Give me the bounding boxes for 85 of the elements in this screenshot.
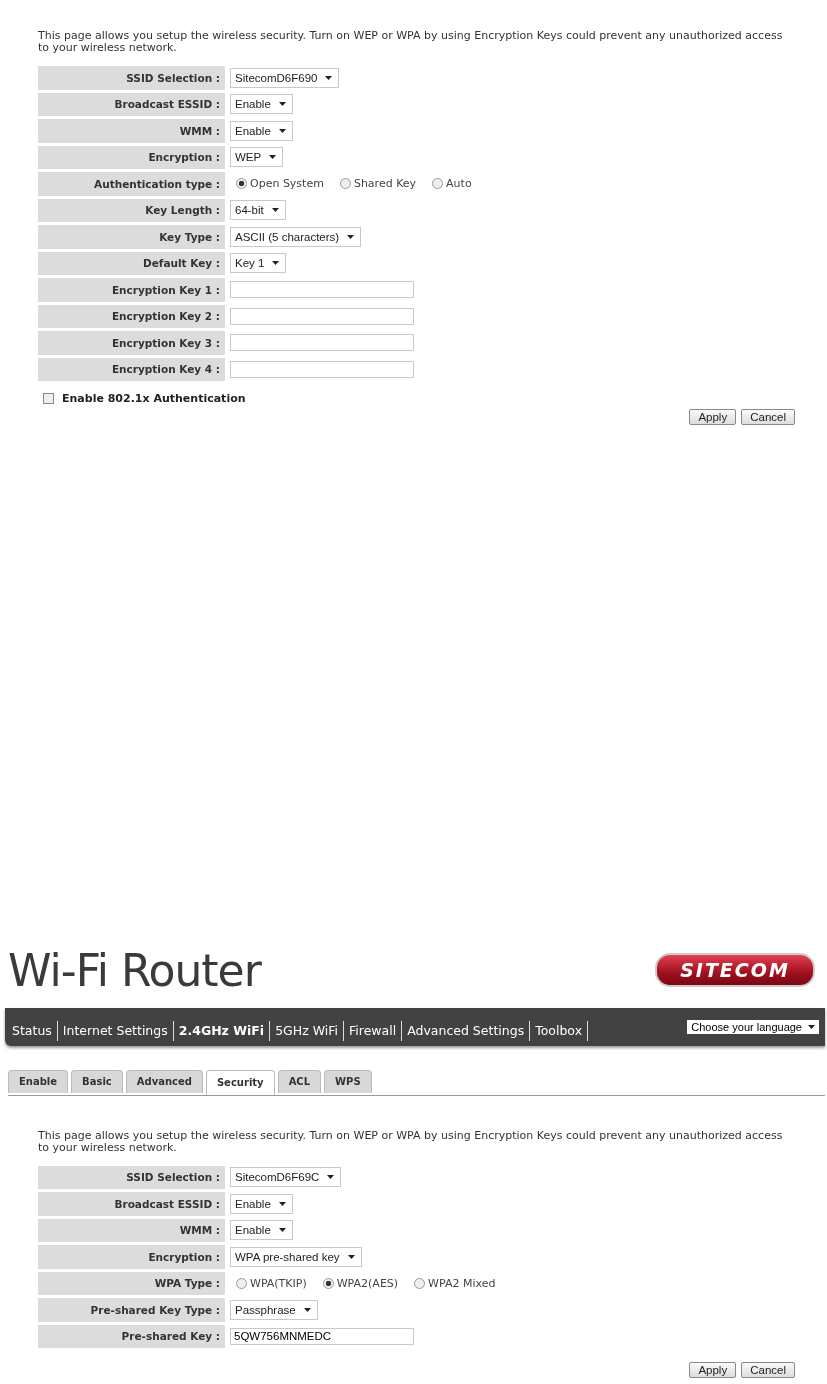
field-label: WMM : — [38, 119, 225, 143]
dropdown[interactable]: Key 1 — [230, 253, 287, 274]
caret-icon — [325, 75, 333, 80]
radio-label: Open System — [250, 177, 324, 191]
dropdown[interactable]: SitecomD6F69C — [230, 1167, 342, 1188]
apply-button[interactable]: Apply — [689, 409, 737, 425]
caret-icon — [278, 102, 286, 107]
dropdown[interactable]: WEP — [230, 147, 284, 168]
radio-label: Shared Key — [353, 177, 417, 191]
field-label: Encryption Key 1 : — [38, 278, 225, 302]
field-label: Key Type : — [38, 225, 225, 249]
dropdown[interactable]: ASCII (5 characters) — [230, 226, 362, 247]
nav-item[interactable]: 2.4GHz WiFi — [173, 1020, 271, 1041]
dropdown[interactable]: Enable — [230, 120, 293, 141]
dropdown[interactable]: Enable — [230, 1193, 293, 1214]
radio-button[interactable] — [339, 178, 351, 190]
input-field[interactable] — [230, 334, 414, 352]
input-field[interactable] — [230, 281, 414, 299]
cancel-button[interactable]: Cancel — [741, 1362, 795, 1378]
radio-label: WPA2(AES) — [336, 1276, 399, 1290]
radio-button[interactable] — [322, 1277, 334, 1289]
caret-icon — [278, 1201, 286, 1206]
field-label: Broadcast ESSID : — [38, 92, 225, 116]
tab[interactable]: ACL — [277, 1069, 322, 1093]
field-label: Encryption : — [38, 1245, 225, 1269]
input-field[interactable]: 5QW756MNMEDC — [230, 1327, 414, 1345]
field-label: Encryption Key 2 : — [38, 304, 225, 328]
field-label: Broadcast ESSID : — [38, 1192, 225, 1216]
nav-item[interactable]: Status — [7, 1020, 58, 1041]
field-label: Pre-shared Key Type : — [38, 1298, 225, 1322]
caret-icon — [278, 128, 286, 133]
caret-icon — [271, 208, 279, 213]
dropdown[interactable]: 64-bit — [230, 200, 286, 221]
dropdown[interactable]: WPA pre-shared key — [230, 1246, 362, 1267]
tab[interactable]: WPS — [324, 1069, 372, 1093]
field-label: Encryption Key 3 : — [38, 331, 225, 355]
radio-button[interactable] — [414, 1277, 426, 1289]
field-label: Key Length : — [38, 198, 225, 222]
radio-label: Auto — [446, 177, 472, 191]
tab[interactable]: Advanced — [125, 1069, 203, 1093]
caret-icon — [303, 1307, 311, 1312]
radio-button[interactable] — [432, 178, 444, 190]
field-label: SSID Selection : — [38, 66, 225, 90]
dropdown[interactable]: Enable — [230, 94, 293, 115]
page-title: Wi-Fi Router — [8, 944, 261, 996]
nav-item[interactable]: Firewall — [344, 1020, 403, 1041]
caret-icon — [269, 155, 277, 160]
caret-icon — [327, 1175, 335, 1180]
input-field[interactable] — [230, 307, 414, 325]
caret-icon — [272, 261, 280, 266]
caret-icon — [347, 1254, 355, 1259]
tab[interactable]: Enable — [8, 1069, 69, 1093]
intro-text: This page allows you setup the wireless security. Turn on WEP or WPA by using Encryption Keys could prevent any unauthorized access to your wireless network. — [38, 30, 784, 54]
cancel-button[interactable]: Cancel — [741, 409, 795, 425]
dropdown[interactable]: Enable — [230, 1220, 293, 1241]
radio-label: WPA2 Mixed — [428, 1276, 496, 1290]
radio-label: WPA(TKIP) — [250, 1276, 307, 1290]
tab[interactable]: Basic — [71, 1069, 123, 1093]
field-label: Pre-shared Key : — [38, 1324, 225, 1348]
input-field[interactable] — [230, 360, 414, 378]
field-label: WPA Type : — [38, 1271, 225, 1295]
caret-icon — [808, 1024, 815, 1029]
nav-item[interactable]: Internet Settings — [57, 1020, 174, 1041]
radio-button[interactable] — [236, 178, 247, 190]
apply-button[interactable]: Apply — [689, 1362, 737, 1378]
field-label: Encryption Key 4 : — [38, 357, 225, 381]
caret-icon — [347, 234, 355, 239]
caret-icon — [278, 1228, 286, 1233]
field-label: Authentication type : — [38, 172, 225, 196]
checkbox[interactable] — [43, 393, 54, 404]
dropdown[interactable]: Passphrase — [230, 1299, 318, 1320]
brand-logo: SITECOM — [655, 953, 815, 987]
field-label: Default Key : — [38, 251, 225, 275]
radio-button[interactable] — [236, 1277, 247, 1289]
field-label: Encryption : — [38, 145, 225, 169]
field-label: WMM : — [38, 1218, 225, 1242]
nav-item[interactable]: Toolbox — [530, 1020, 589, 1041]
dropdown[interactable]: SitecomD6F690 — [230, 67, 340, 88]
tab[interactable]: Security — [205, 1069, 275, 1095]
intro-text: This page allows you setup the wireless security. Turn on WEP or WPA by using Encryption Keys could prevent any unauthorized access to your wireless network. — [38, 1129, 784, 1154]
nav-item[interactable]: 5GHz WiFi — [270, 1020, 344, 1041]
language-dropdown[interactable]: Choose your language — [687, 1019, 819, 1034]
field-label: SSID Selection : — [38, 1165, 225, 1189]
checkbox-label: Enable 802.1x Authentication — [62, 392, 246, 405]
nav-item[interactable]: Advanced Settings — [402, 1020, 531, 1041]
